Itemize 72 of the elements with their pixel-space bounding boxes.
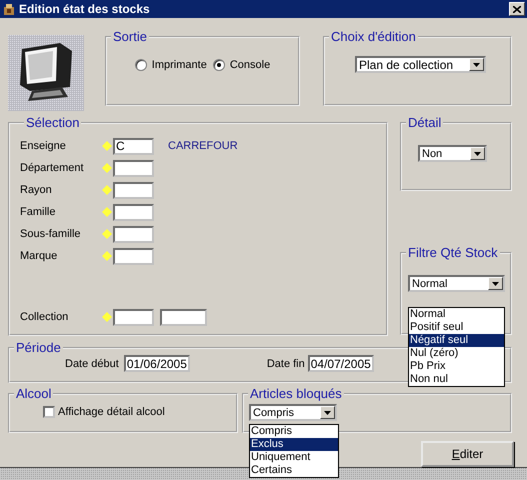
diamond-icon — [102, 207, 112, 217]
field-label: Marque — [20, 250, 58, 262]
field-label: Département — [20, 162, 85, 174]
field-description: CARREFOUR — [168, 140, 238, 152]
group-title: Sélection — [25, 116, 80, 130]
caret-icon — [474, 152, 481, 156]
field-label: Famille — [20, 206, 56, 218]
group-title: Choix d'édition — [330, 30, 417, 44]
field-label: Collection — [20, 311, 70, 323]
diamond-icon — [102, 141, 112, 151]
date-field[interactable]: 01/06/2005 — [124, 355, 190, 372]
dropdown[interactable]: Normal — [408, 275, 505, 292]
dropdown-option[interactable]: Exclus — [250, 438, 338, 451]
dropdown-option[interactable]: Négatif seul — [409, 334, 504, 347]
diamond-icon — [102, 163, 112, 173]
dropdown-option[interactable]: Positif seul — [409, 321, 504, 334]
edit-button[interactable]: Editer — [421, 441, 514, 467]
dropdown[interactable]: Plan de collection — [355, 56, 486, 73]
radio-button[interactable] — [212, 59, 225, 71]
dropdown-option[interactable]: Nul (zéro) — [409, 347, 504, 360]
group-title: Articles bloqués — [249, 387, 343, 401]
date-field[interactable]: 04/07/2005 — [308, 355, 374, 372]
dropdown-option[interactable]: Uniquement — [250, 451, 338, 464]
input-field[interactable]: C — [113, 138, 154, 154]
caret-icon — [324, 410, 331, 414]
monitor-icon — [8, 35, 84, 111]
group-title: Sortie — [112, 30, 148, 44]
close-icon — [513, 6, 521, 12]
dropdown-arrow-button[interactable] — [470, 147, 485, 160]
radio-button[interactable] — [134, 59, 147, 71]
caret-icon — [492, 282, 499, 286]
input-field[interactable] — [113, 248, 154, 264]
field-label: Sous-famille — [20, 228, 82, 240]
group-title: Période — [15, 341, 62, 355]
dropdown-option[interactable]: Compris — [250, 425, 338, 438]
diamond-icon — [102, 185, 112, 195]
field-label: Enseigne — [20, 140, 67, 152]
group-title: Alcool — [15, 387, 52, 401]
close-button[interactable] — [509, 2, 525, 16]
group-title: Filtre Qté Stock — [407, 246, 499, 260]
input-field[interactable] — [113, 204, 154, 220]
dropdown[interactable]: Compris — [249, 404, 337, 421]
app-icon — [3, 2, 15, 16]
dropdown-arrow-button[interactable] — [469, 58, 484, 71]
dropdown-option[interactable]: Certains — [250, 464, 338, 477]
input-field[interactable] — [160, 308, 207, 326]
field-label: Date fin — [266, 358, 305, 370]
checkbox-label: Affichage détail alcool — [58, 406, 165, 418]
diamond-icon — [102, 251, 112, 261]
dropdown-arrow-button[interactable] — [488, 277, 503, 290]
input-field[interactable] — [113, 226, 154, 242]
diamond-icon — [102, 312, 112, 322]
diamond-icon — [102, 229, 112, 239]
input-field[interactable] — [113, 160, 154, 176]
input-field[interactable] — [113, 308, 154, 326]
radio-label: Console — [230, 59, 270, 71]
checkbox-option[interactable]: Affichage détail alcool — [43, 406, 236, 418]
dropdown-option[interactable]: Normal — [409, 308, 504, 321]
input-field[interactable] — [113, 182, 154, 198]
dropdown-option[interactable]: Pb Prix — [409, 360, 504, 373]
checkbox[interactable] — [43, 406, 55, 418]
radio-label: Imprimante — [152, 59, 207, 71]
radio-option[interactable]: Imprimante — [134, 59, 207, 71]
field-label: Rayon — [20, 184, 53, 196]
window-title: Edition état des stocks — [19, 2, 151, 16]
radio-option[interactable]: Console — [212, 59, 270, 71]
caret-icon — [473, 62, 480, 66]
field-label: Date début — [65, 358, 119, 370]
dropdown[interactable]: Non — [418, 145, 487, 162]
group-title: Détail — [407, 116, 442, 130]
dropdown-option[interactable]: Non nul — [409, 373, 504, 386]
dropdown-arrow-button[interactable] — [320, 406, 335, 419]
